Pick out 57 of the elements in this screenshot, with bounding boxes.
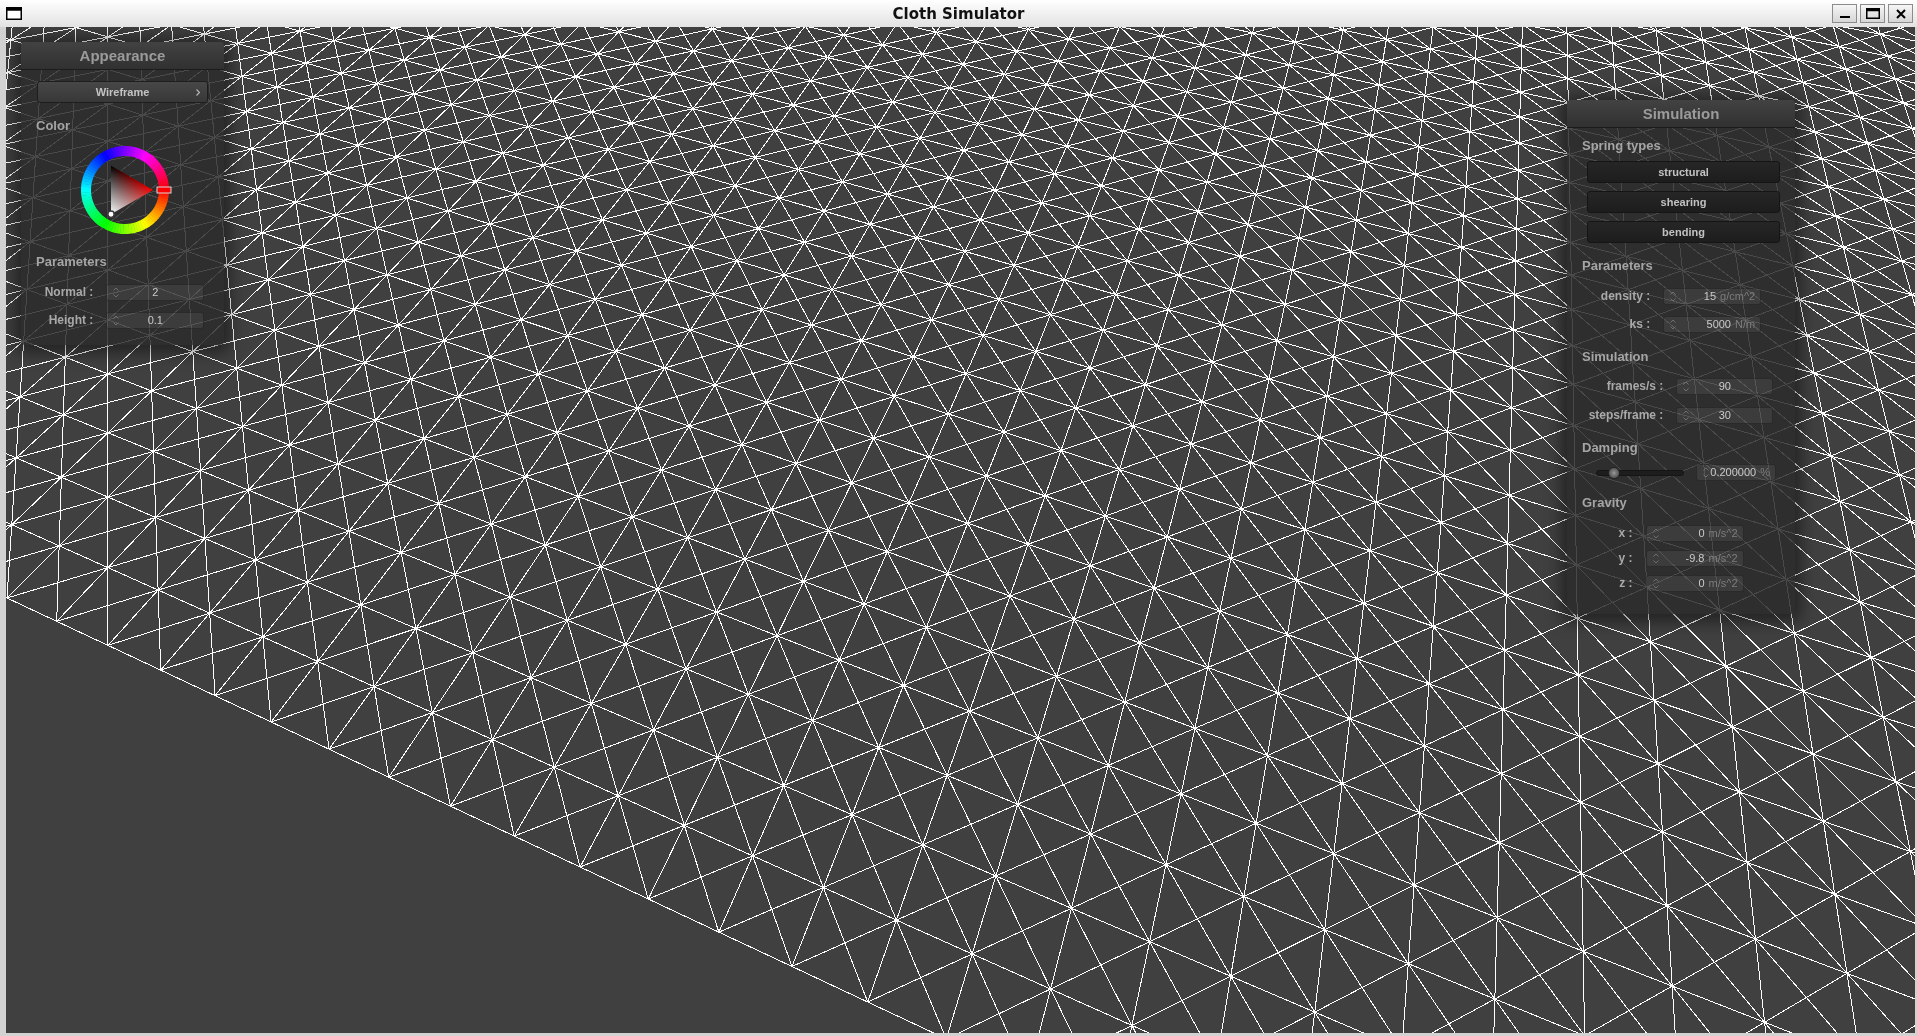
chevron-right-icon (196, 88, 200, 96)
field-label: Normal : (44, 285, 94, 300)
panel-title: Appearance (79, 46, 166, 65)
number-field[interactable]: 90 (1676, 378, 1774, 395)
field-label: z : (1618, 576, 1633, 591)
number-field[interactable]: 0 m/s^2 (1645, 575, 1744, 592)
maximize-icon (1865, 8, 1880, 19)
close-button[interactable] (1888, 4, 1913, 23)
number-field[interactable]: 15 g/cm^2 (1663, 288, 1762, 305)
section-label: Simulation (1581, 349, 1650, 365)
damping-slider[interactable] (1596, 466, 1684, 479)
field-label: steps/frame : (1588, 408, 1664, 423)
minimize-icon (1839, 16, 1850, 18)
spinner-icon (1683, 410, 1690, 421)
spinner-icon (1652, 553, 1659, 564)
spinner-icon (1670, 291, 1677, 302)
toggle-button[interactable]: bending (1587, 221, 1780, 243)
close-icon (1895, 8, 1906, 19)
field-label: frames/s : (1605, 379, 1664, 394)
color-triangle[interactable] (111, 165, 153, 215)
slider-thumb[interactable] (1607, 466, 1620, 479)
maximize-button[interactable] (1860, 4, 1885, 23)
section-label: Color (35, 118, 71, 134)
spinner-icon (1652, 578, 1659, 589)
field-label: y : (1618, 551, 1633, 566)
number-field[interactable]: 2 (106, 284, 205, 301)
number-field[interactable]: 0.1 (106, 312, 205, 329)
color-handle[interactable] (107, 210, 115, 219)
hue-handle[interactable] (156, 186, 172, 194)
spinner-icon (1683, 381, 1690, 392)
spinner-icon (1652, 528, 1659, 539)
window-icon[interactable] (6, 7, 22, 20)
minimize-button[interactable] (1832, 4, 1857, 23)
number-field[interactable]: -9.8 m/s^2 (1645, 550, 1744, 567)
number-field[interactable]: 30 (1676, 407, 1774, 424)
section-label: Damping (1581, 440, 1639, 456)
spinner-icon (1703, 467, 1709, 478)
spinner-icon (113, 315, 120, 326)
toggle-button[interactable]: structural (1587, 161, 1780, 183)
field-label: Height : (47, 313, 94, 328)
wireframe-mesh-drawing[interactable] (6, 27, 1915, 1033)
field-label: ks : (1628, 317, 1651, 332)
number-field[interactable]: 5000 N/m (1663, 316, 1762, 333)
number-field[interactable]: 0.200000 % (1696, 464, 1776, 481)
toggle-button[interactable]: shearing (1587, 191, 1780, 213)
field-label: x : (1618, 526, 1633, 541)
window-title: Cloth Simulator (892, 4, 1025, 23)
section-label: Gravity (1581, 495, 1628, 511)
panel-title: Simulation (1642, 104, 1720, 123)
section-label: Spring types (1581, 138, 1662, 154)
spinner-icon (113, 287, 120, 298)
section-label: Parameters (1581, 258, 1654, 274)
spinner-icon (1670, 319, 1677, 330)
number-field[interactable]: 0 m/s^2 (1645, 525, 1744, 542)
field-label: density : (1600, 289, 1651, 304)
dropdown-button[interactable]: Wireframe (37, 81, 208, 103)
section-label: Parameters (35, 254, 108, 270)
